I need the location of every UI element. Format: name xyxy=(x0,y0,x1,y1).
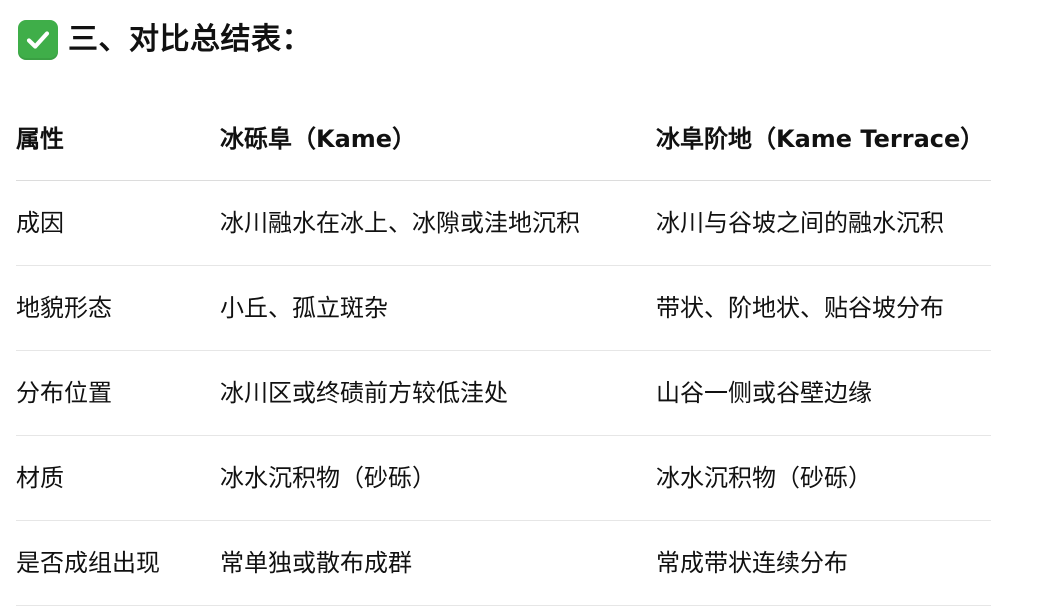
comparison-table: 属性 冰砾阜（Kame） 冰阜阶地（Kame Terrace） 成因 冰川融水在… xyxy=(16,98,991,606)
table-cell: 山谷一侧或谷壁边缘 xyxy=(656,379,872,407)
table-row: 分布位置 冰川区或终碛前方较低洼处 山谷一侧或谷壁边缘 xyxy=(16,351,991,436)
table-cell: 分布位置 xyxy=(16,379,112,407)
section-title: 三、对比总结表： xyxy=(68,22,312,57)
table-cell: 成因 xyxy=(16,209,64,237)
check-mark-button-icon xyxy=(18,20,58,60)
table-cell: 冰川与谷坡之间的融水沉积 xyxy=(656,209,944,237)
table-cell: 冰水沉积物（砂砾） xyxy=(656,464,872,492)
header-kame: 冰砾阜（Kame） xyxy=(220,125,417,153)
table-cell: 带状、阶地状、贴谷坡分布 xyxy=(656,294,944,322)
table-row: 成因 冰川融水在冰上、冰隙或洼地沉积 冰川与谷坡之间的融水沉积 xyxy=(16,181,991,266)
table-cell: 材质 xyxy=(16,464,64,492)
table-cell: 是否成组出现 xyxy=(16,549,160,577)
table-cell: 常单独或散布成群 xyxy=(220,549,412,577)
table-row: 是否成组出现 常单独或散布成群 常成带状连续分布 xyxy=(16,521,991,606)
table-cell: 冰川区或终碛前方较低洼处 xyxy=(220,379,508,407)
check-mark-glyph-icon xyxy=(26,31,50,49)
section-heading: 三、对比总结表： xyxy=(18,18,312,62)
document-page: 三、对比总结表： 属性 冰砾阜（Kame） 冰阜阶地（Kame Terrace）… xyxy=(0,0,1048,614)
table-header-row: 属性 冰砾阜（Kame） 冰阜阶地（Kame Terrace） xyxy=(16,98,991,181)
table-row: 材质 冰水沉积物（砂砾） 冰水沉积物（砂砾） xyxy=(16,436,991,521)
table-row: 地貌形态 小丘、孤立斑杂 带状、阶地状、贴谷坡分布 xyxy=(16,266,991,351)
table-cell: 常成带状连续分布 xyxy=(656,549,848,577)
header-kame-terrace: 冰阜阶地（Kame Terrace） xyxy=(656,125,985,153)
table-cell: 冰川融水在冰上、冰隙或洼地沉积 xyxy=(220,209,580,237)
table-cell: 地貌形态 xyxy=(16,294,112,322)
table-cell: 小丘、孤立斑杂 xyxy=(220,294,388,322)
table-cell: 冰水沉积物（砂砾） xyxy=(220,464,436,492)
header-attribute: 属性 xyxy=(16,125,64,153)
